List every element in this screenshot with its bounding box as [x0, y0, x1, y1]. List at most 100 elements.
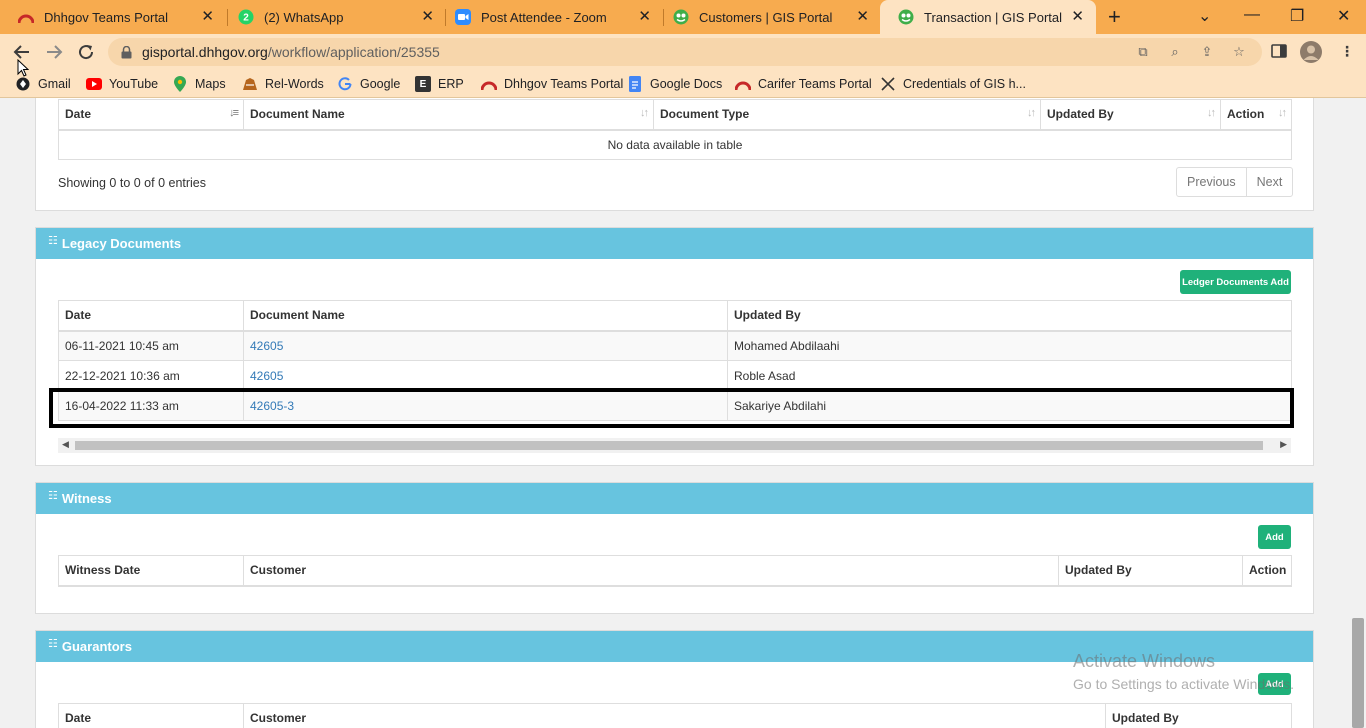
bookmark-dhhgov[interactable]: Dhhgov Teams Portal [481, 76, 623, 92]
witness-add-button[interactable]: Add [1258, 525, 1291, 549]
column-header-updated-by: Updated By [1105, 703, 1292, 728]
youtube-icon [86, 76, 102, 92]
tab-customers[interactable]: Customers | GIS Portal ✕ [655, 0, 881, 34]
sort-icon: ↓↑ [1278, 107, 1287, 120]
previous-button[interactable]: Previous [1177, 168, 1246, 196]
column-header-customer: Customer [243, 555, 1059, 587]
document-link[interactable]: 42605 [250, 339, 283, 353]
erp-icon: E [415, 76, 431, 92]
tab-title: Transaction | GIS Portal [924, 9, 1063, 25]
documents-table: Date ↓≡ Document Name ↓↑ Document Type ↓↑ U… [58, 99, 1292, 160]
tab-transaction[interactable]: Transaction | GIS Portal ✕ [880, 0, 1096, 34]
new-tab-icon[interactable]: + [1108, 6, 1121, 28]
cell-document-name: 42605 [243, 330, 728, 361]
window-close-icon[interactable]: ✕ [1337, 6, 1350, 26]
bookmark-credentials[interactable]: Credentials of GIS h... [880, 76, 1026, 92]
scrollbar-thumb[interactable] [75, 441, 1263, 450]
menu-icon[interactable]: ⋮ [1340, 43, 1354, 60]
mouse-cursor-icon [17, 59, 29, 77]
forward-icon[interactable] [43, 41, 65, 63]
next-button[interactable]: Next [1245, 168, 1293, 196]
address-bar[interactable]: gisportal.dhhgov.org/workflow/applicatio… [108, 38, 1262, 66]
gmail-icon [15, 76, 31, 92]
side-panel-icon[interactable] [1271, 43, 1287, 62]
tab-title: (2) WhatsApp [264, 9, 344, 25]
minimize-icon[interactable]: — [1244, 6, 1260, 24]
browser-toolbar: gisportal.dhhgov.org/workflow/applicatio… [0, 34, 1366, 70]
panel-title: Legacy Documents [61, 236, 182, 251]
restore-icon[interactable]: ❐ [1290, 6, 1304, 26]
avatar[interactable] [1300, 41, 1322, 66]
column-header-action[interactable]: Action ↓↑ [1220, 99, 1292, 131]
list-icon: ☷ [48, 638, 58, 650]
tab-whatsapp[interactable]: 2 (2) WhatsApp ✕ [220, 0, 446, 34]
gis-icon [898, 9, 914, 25]
bookmark-maps[interactable]: Maps [172, 76, 226, 92]
bookmark-gmail[interactable]: Gmail [15, 76, 71, 92]
page-content: Date ↓≡ Document Name ↓↑ Document Type ↓↑ U… [0, 98, 1350, 728]
table-row: 16-04-2022 11:33 am 42605-3 Sakariye Abd… [58, 390, 1292, 421]
column-header-date: Date [58, 300, 244, 332]
reload-icon[interactable] [75, 41, 97, 63]
url-text: gisportal.dhhgov.org/workflow/applicatio… [142, 44, 440, 60]
zoom-icon[interactable]: ⌕ [1167, 44, 1183, 60]
share-icon[interactable]: ⇪ [1199, 44, 1215, 60]
column-header-updated-by[interactable]: Updated By ↓↑ [1040, 99, 1221, 131]
translate-icon[interactable]: ⧉ [1135, 44, 1151, 60]
pagination: Previous Next [1176, 167, 1294, 197]
relwords-icon [242, 76, 258, 92]
tab-zoom[interactable]: Post Attendee - Zoom ✕ [437, 0, 663, 34]
empty-table-message: No data available in table [58, 129, 1292, 160]
column-header-document-type[interactable]: Document Type ↓↑ [653, 99, 1041, 131]
cell-updated-by: Sakariye Abdilahi [727, 390, 1292, 421]
column-header-witness-date: Witness Date [58, 555, 244, 587]
activate-windows-title: Activate Windows [1073, 651, 1216, 671]
bookmark-youtube[interactable]: YouTube [86, 76, 158, 92]
guarantors-table: Date Customer Updated By [58, 703, 1292, 728]
whatsapp-icon: 2 [238, 9, 254, 25]
zoom-icon [455, 9, 471, 25]
scrollbar-thumb[interactable] [1352, 618, 1364, 728]
column-header-action: Action [1242, 555, 1292, 587]
bookmark-carifer[interactable]: Carifer Teams Portal [735, 76, 872, 92]
bookmark-docs[interactable]: Google Docs [627, 76, 722, 92]
close-icon[interactable]: ✕ [638, 9, 651, 24]
close-icon[interactable]: ✕ [201, 9, 214, 24]
document-link[interactable]: 42605 [250, 369, 283, 383]
bookmark-google[interactable]: Google [337, 76, 400, 92]
column-header-document-name[interactable]: Document Name ↓↑ [243, 99, 654, 131]
credentials-icon [880, 76, 896, 92]
tab-strip: Dhhgov Teams Portal ✕ 2 (2) WhatsApp ✕ P… [0, 0, 1366, 34]
tab-title: Dhhgov Teams Portal [44, 9, 169, 25]
activate-windows-subtitle: Go to Settings to activate Windows. [1073, 676, 1294, 692]
cell-date: 06-11-2021 10:45 am [58, 330, 244, 361]
column-header-date[interactable]: Date ↓≡ [58, 99, 244, 131]
sort-icon: ↓↑ [640, 107, 649, 120]
tab-dhhgov[interactable]: Dhhgov Teams Portal ✕ [0, 0, 226, 34]
tab-title: Customers | GIS Portal [699, 9, 833, 25]
panel-header: ☷ Witness [36, 483, 1313, 514]
column-header-customer: Customer [243, 703, 1106, 728]
bookmark-relwords[interactable]: Rel-Words [242, 76, 324, 92]
tab-search-icon[interactable]: ⌄ [1198, 6, 1211, 26]
scroll-right-icon[interactable]: ▶ [1280, 439, 1287, 450]
list-icon: ☷ [48, 490, 58, 502]
column-header-document-name: Document Name [243, 300, 728, 332]
close-icon[interactable]: ✕ [1071, 9, 1084, 24]
ledger-documents-add-button[interactable]: Ledger Documents Add [1180, 270, 1291, 294]
horizontal-scrollbar[interactable]: ◀ ▶ [58, 438, 1291, 453]
close-icon[interactable]: ✕ [856, 9, 869, 24]
vertical-scrollbar[interactable] [1350, 98, 1366, 728]
bookmark-star-icon[interactable]: ☆ [1231, 44, 1247, 60]
close-icon[interactable]: ✕ [421, 9, 434, 24]
lock-icon[interactable] [118, 44, 134, 60]
witness-panel: ☷ Witness Add Witness Date Customer Upda… [35, 482, 1314, 614]
dhhgov-icon [481, 76, 497, 92]
bookmark-erp[interactable]: E ERP [415, 76, 464, 92]
document-link[interactable]: 42605-3 [250, 399, 294, 413]
panel-title: Witness [61, 491, 112, 506]
scroll-left-icon[interactable]: ◀ [62, 439, 69, 450]
svg-text:2: 2 [243, 13, 249, 24]
cell-updated-by: Mohamed Abdilaahi [727, 330, 1292, 361]
column-header-updated-by: Updated By [1058, 555, 1243, 587]
